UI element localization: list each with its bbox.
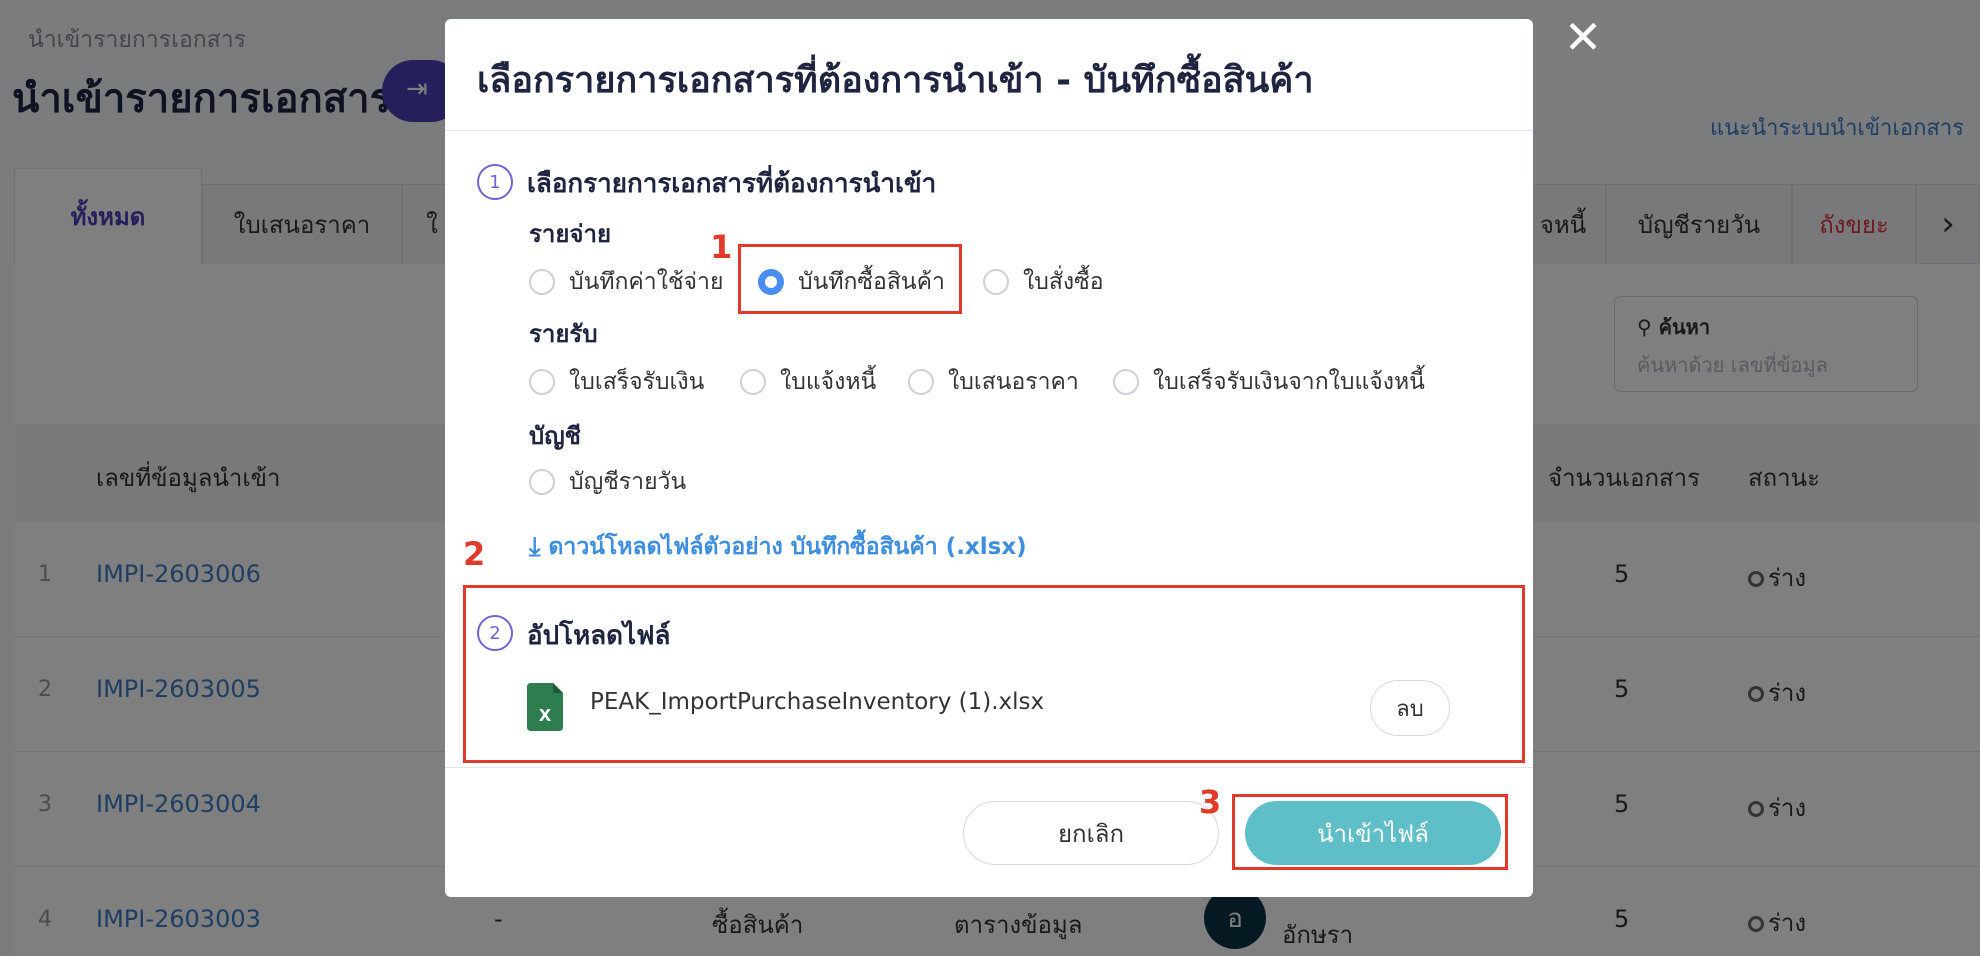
radio-receipt[interactable]: ใบเสร็จรับเงิน bbox=[529, 364, 704, 400]
divider bbox=[445, 130, 1533, 131]
annotation-number-3: 3 bbox=[1199, 783, 1222, 821]
group-label-expense: รายจ่าย bbox=[529, 220, 612, 248]
radio-purchase-order[interactable]: ใบสั่งซื้อ bbox=[983, 264, 1104, 300]
radio-expense-record[interactable]: บันทึกค่าใช้จ่าย bbox=[529, 264, 723, 300]
group-label-income: รายรับ bbox=[529, 320, 598, 348]
divider bbox=[445, 767, 1533, 768]
download-icon: ⤓ bbox=[529, 531, 541, 562]
modal-title: เลือกรายการเอกสารที่ต้องการนำเข้า - บันท… bbox=[477, 60, 1314, 101]
import-modal: เลือกรายการเอกสารที่ต้องการนำเข้า - บันท… bbox=[445, 19, 1533, 897]
annotation-box-1 bbox=[738, 244, 962, 314]
annotation-box-2 bbox=[463, 585, 1525, 763]
group-label-accounting: บัญชี bbox=[529, 422, 581, 450]
annotation-box-3 bbox=[1232, 794, 1508, 870]
radio-circle bbox=[529, 369, 555, 395]
radio-circle bbox=[529, 469, 555, 495]
radio-quotation[interactable]: ใบเสนอราคา bbox=[908, 364, 1079, 400]
download-sample-link[interactable]: ⤓ ดาวน์โหลดไฟล์ตัวอย่าง บันทึกซื้อสินค้า … bbox=[529, 529, 1027, 565]
radio-circle bbox=[529, 269, 555, 295]
radio-circle bbox=[983, 269, 1009, 295]
radio-invoice[interactable]: ใบแจ้งหนี้ bbox=[740, 364, 876, 400]
annotation-number-2: 2 bbox=[463, 535, 486, 573]
radio-journal[interactable]: บัญชีรายวัน bbox=[529, 464, 686, 500]
close-icon[interactable]: ✕ bbox=[1560, 14, 1606, 62]
radio-receipt-from-invoice[interactable]: ใบเสร็จรับเงินจากใบแจ้งหนี้ bbox=[1113, 364, 1425, 400]
radio-circle bbox=[740, 369, 766, 395]
step-title: เลือกรายการเอกสารที่ต้องการนำเข้า bbox=[527, 169, 937, 199]
radio-circle bbox=[1113, 369, 1139, 395]
radio-circle bbox=[908, 369, 934, 395]
cancel-button[interactable]: ยกเลิก bbox=[963, 801, 1219, 865]
step-number: 1 bbox=[477, 164, 513, 200]
annotation-number-1: 1 bbox=[710, 228, 733, 266]
